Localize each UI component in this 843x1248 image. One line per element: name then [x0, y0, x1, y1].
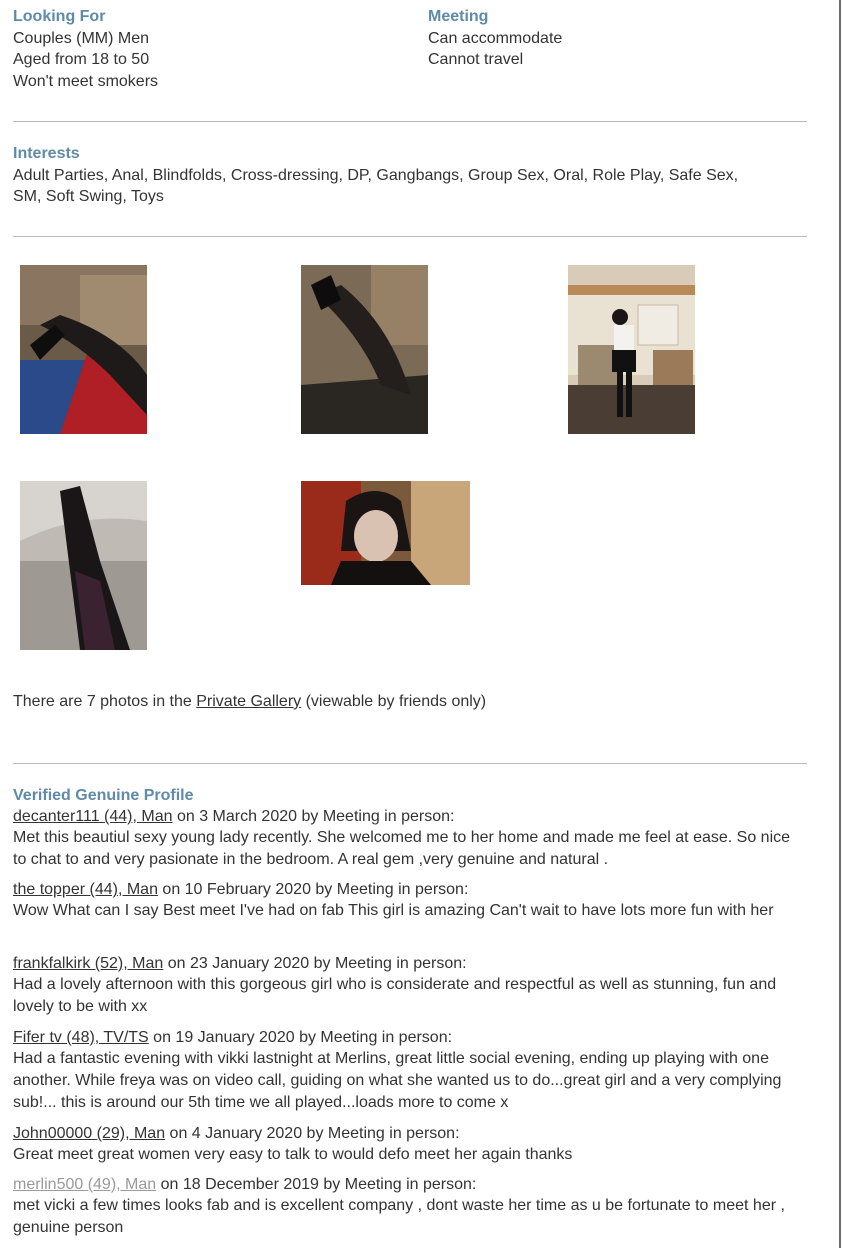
photo-legs-on-bed — [20, 481, 147, 650]
gallery-photo[interactable] — [301, 481, 470, 585]
looking-for-heading: Looking For — [13, 8, 106, 25]
private-gallery-prefix: There are 7 photos in the — [13, 693, 197, 710]
review-text: met vicki a few times looks fab and is e… — [13, 1197, 785, 1236]
review-author-link[interactable]: decanter111 (44), Man — [13, 808, 173, 825]
verified-heading: Verified Genuine Profile — [13, 787, 194, 804]
gallery-photo[interactable] — [568, 265, 695, 434]
review-meta: on 19 January 2020 by Meeting in person: — [148, 1029, 453, 1046]
looking-for-line: Won't meet smokers — [13, 72, 159, 90]
interests-list-line: SM, Soft Swing, Toys — [13, 188, 164, 205]
photo-portrait — [301, 481, 470, 585]
interests-section: Interests Adult Parties, Anal, Blindfold… — [13, 143, 813, 208]
review-item: merlin500 (49), Man on 18 December 2019 … — [13, 1174, 803, 1239]
gallery-photo[interactable] — [20, 265, 147, 434]
review-text: Had a fantastic evening with vikki lastn… — [13, 1050, 782, 1111]
divider — [13, 236, 807, 237]
looking-for-section: Looking For Couples (MM) Men Aged from 1… — [13, 6, 158, 92]
photo-stockings-legs — [20, 265, 147, 434]
review-author-link[interactable]: John00000 (29), Man — [13, 1125, 165, 1142]
review-author-link[interactable]: the topper (44), Man — [13, 881, 158, 898]
interests-list-line: Adult Parties, Anal, Blindfolds, Cross-d… — [13, 166, 739, 184]
looking-for-line: Couples (MM) Men — [13, 29, 150, 47]
review-item: decanter111 (44), Man on 3 March 2020 by… — [13, 806, 803, 871]
review-text: Wow What can I say Best meet I've had on… — [13, 902, 774, 919]
review-item: frankfalkirk (52), Man on 23 January 202… — [13, 953, 803, 1018]
page-border — [839, 0, 841, 1248]
gallery-photo[interactable] — [301, 265, 428, 434]
review-text: Had a lovely afternoon with this gorgeou… — [13, 976, 777, 1015]
gallery-photo[interactable] — [20, 481, 147, 650]
review-text: Great meet great women very easy to talk… — [13, 1146, 573, 1163]
review-item: the topper (44), Man on 10 February 2020… — [13, 879, 803, 922]
meeting-line: Can accommodate — [428, 29, 563, 47]
meeting-section: Meeting Can accommodate Cannot travel — [428, 6, 562, 71]
divider — [13, 763, 807, 764]
review-meta: on 23 January 2020 by Meeting in person: — [163, 955, 467, 972]
review-author-link[interactable]: frankfalkirk (52), Man — [13, 955, 163, 972]
photo-standing-figure — [568, 265, 695, 434]
review-text: Met this beautiul sexy young lady recent… — [13, 829, 791, 868]
interests-heading: Interests — [13, 145, 80, 162]
private-gallery-link[interactable]: Private Gallery — [196, 693, 301, 710]
private-gallery-text: There are 7 photos in the Private Galler… — [13, 691, 486, 713]
review-author-link[interactable]: merlin500 (49), Man — [13, 1176, 156, 1193]
review-item: John00000 (29), Man on 4 January 2020 by… — [13, 1123, 803, 1166]
photo-stockings-legs — [301, 265, 428, 434]
review-author-link[interactable]: Fifer tv (48), TV/TS — [13, 1029, 149, 1046]
review-meta: on 10 February 2020 by Meeting in person… — [157, 881, 469, 898]
meeting-line: Cannot travel — [428, 51, 524, 68]
review-meta: on 4 January 2020 by Meeting in person: — [165, 1125, 460, 1142]
divider — [13, 121, 807, 122]
private-gallery-suffix: (viewable by friends only) — [301, 693, 487, 710]
meeting-heading: Meeting — [428, 8, 489, 25]
review-item: Fifer tv (48), TV/TS on 19 January 2020 … — [13, 1027, 803, 1114]
review-meta: on 3 March 2020 by Meeting in person: — [172, 808, 455, 825]
looking-for-line: Aged from 18 to 50 — [13, 51, 150, 68]
review-meta: on 18 December 2019 by Meeting in person… — [156, 1176, 477, 1193]
